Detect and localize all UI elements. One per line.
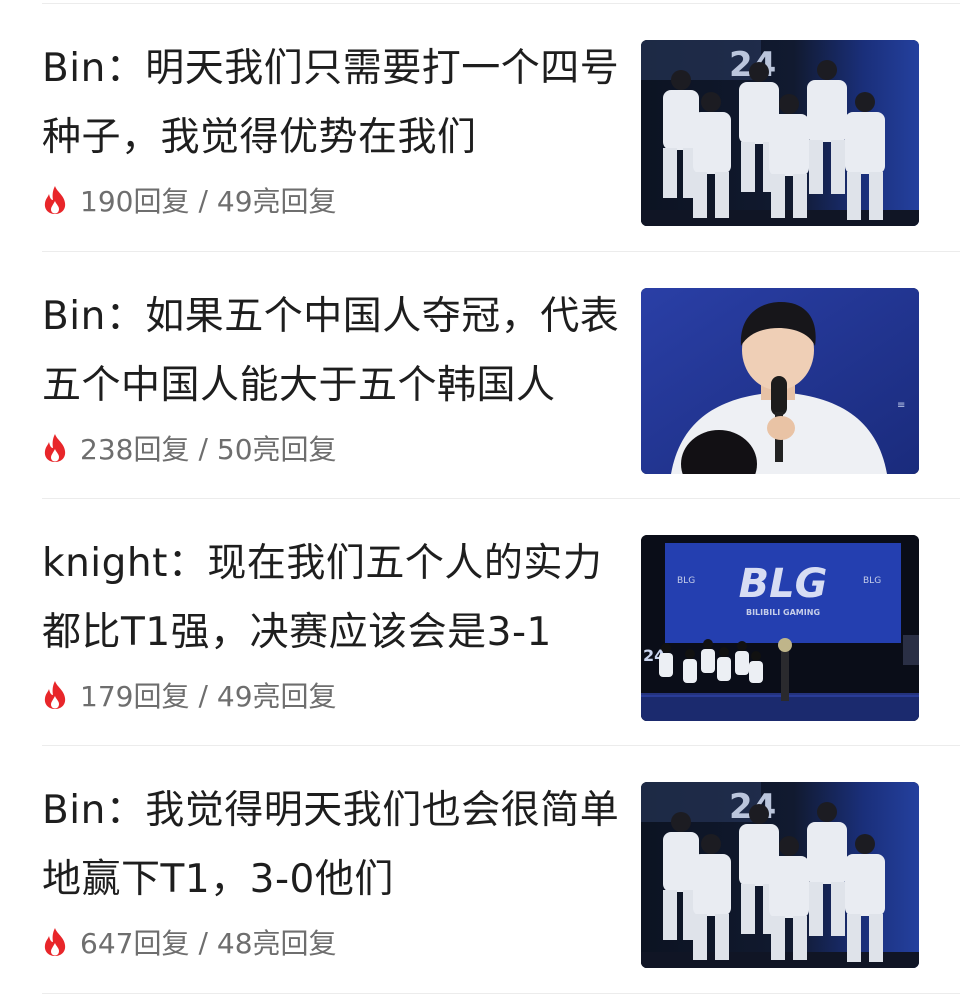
post-title[interactable]: Bin：我觉得明天我们也会很简单地赢下T1，3-0他们 bbox=[42, 776, 622, 914]
stage-logo-text: BLG bbox=[739, 561, 828, 607]
list-item[interactable]: Bin：我觉得明天我们也会很简单地赢下T1，3-0他们 647回复 / 48亮回… bbox=[0, 746, 960, 993]
fire-icon bbox=[44, 681, 66, 709]
team-panel-photo: 24 bbox=[641, 40, 919, 226]
post-thumbnail[interactable]: ≡ bbox=[641, 288, 919, 474]
reply-count: 647回复 bbox=[80, 927, 190, 960]
highlight-reply-count: 49亮回复 bbox=[216, 680, 337, 713]
fire-icon bbox=[44, 186, 66, 214]
team-panel-photo: 24 bbox=[641, 782, 919, 968]
stat-separator: / bbox=[198, 183, 208, 217]
post-stats: 179回复 / 49亮回复 bbox=[42, 673, 337, 717]
player-closeup-photo: ≡ bbox=[641, 288, 919, 474]
svg-text:≡: ≡ bbox=[897, 400, 905, 411]
blg-stage-photo: BLG BILIBILI GAMING BLG BLG 24 bbox=[641, 535, 919, 721]
post-title[interactable]: Bin：明天我们只需要打一个四号种子，我觉得优势在我们 bbox=[42, 34, 622, 172]
list-item[interactable]: knight：现在我们五个人的实力都比T1强，决赛应该会是3-1 179回复 /… bbox=[0, 499, 960, 746]
highlight-reply-count: 49亮回复 bbox=[216, 185, 337, 218]
post-stats: 238回复 / 50亮回复 bbox=[42, 426, 337, 470]
post-title[interactable]: Bin：如果五个中国人夺冠，代表五个中国人能大于五个韩国人 bbox=[42, 282, 622, 420]
reply-count: 179回复 bbox=[80, 680, 190, 713]
stat-separator: / bbox=[198, 925, 208, 959]
post-feed: Bin：明天我们只需要打一个四号种子，我觉得优势在我们 190回复 / 49亮回… bbox=[0, 0, 960, 999]
divider bbox=[42, 993, 960, 994]
stage-subtitle-text: BILIBILI GAMING bbox=[746, 608, 820, 617]
highlight-reply-count: 48亮回复 bbox=[216, 927, 337, 960]
post-thumbnail[interactable]: 24 bbox=[641, 40, 919, 226]
stage-side-text: BLG bbox=[863, 576, 881, 586]
post-thumbnail[interactable]: 24 bbox=[641, 782, 919, 968]
post-thumbnail[interactable]: BLG BILIBILI GAMING BLG BLG 24 bbox=[641, 535, 919, 721]
reply-count: 190回复 bbox=[80, 185, 190, 218]
stat-separator: / bbox=[198, 431, 208, 465]
post-stats: 647回复 / 48亮回复 bbox=[42, 920, 337, 964]
fire-icon bbox=[44, 434, 66, 462]
stage-side-text: BLG bbox=[677, 576, 695, 586]
reply-count: 238回复 bbox=[80, 433, 190, 466]
highlight-reply-count: 50亮回复 bbox=[216, 433, 337, 466]
list-item[interactable]: Bin：如果五个中国人夺冠，代表五个中国人能大于五个韩国人 238回复 / 50… bbox=[0, 252, 960, 499]
post-stats: 190回复 / 49亮回复 bbox=[42, 178, 337, 222]
fire-icon bbox=[44, 928, 66, 956]
post-title[interactable]: knight：现在我们五个人的实力都比T1强，决赛应该会是3-1 bbox=[42, 529, 622, 667]
stat-separator: / bbox=[198, 678, 208, 712]
list-item[interactable]: Bin：明天我们只需要打一个四号种子，我觉得优势在我们 190回复 / 49亮回… bbox=[0, 4, 960, 251]
